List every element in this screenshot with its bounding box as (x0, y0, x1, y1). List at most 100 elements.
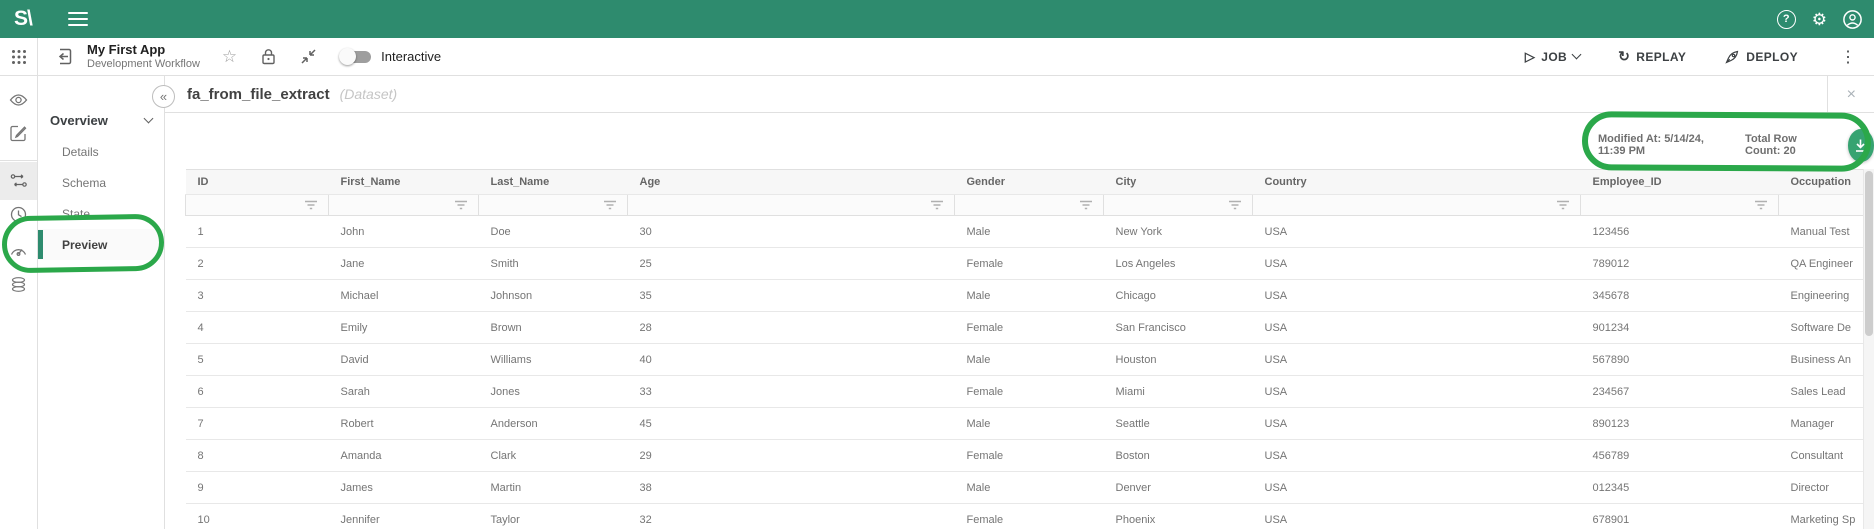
more-options-icon[interactable]: ⋮ (1836, 47, 1860, 67)
filter-icon[interactable] (603, 199, 617, 211)
filter-icon[interactable] (1556, 199, 1570, 211)
table-cell: 40 (628, 344, 955, 376)
table-cell: 30 (628, 216, 955, 248)
nav-item-state[interactable]: State (38, 198, 164, 229)
table-cell: Engineering (1779, 280, 1874, 312)
table-cell: Denver (1104, 472, 1253, 504)
column-header-gender[interactable]: Gender (955, 170, 1104, 195)
help-icon[interactable]: ? (1777, 10, 1796, 29)
account-icon[interactable] (1843, 10, 1862, 29)
menu-icon[interactable] (68, 12, 88, 26)
column-header-age[interactable]: Age (628, 170, 955, 195)
table-header-row: IDFirst_NameLast_NameAgeGenderCityCountr… (186, 170, 1874, 195)
filter-cell[interactable] (628, 195, 955, 216)
settings-gear-icon[interactable]: ⚙ (1812, 11, 1827, 28)
favorite-star-icon[interactable]: ☆ (222, 47, 237, 67)
table-cell: Consultant (1779, 440, 1874, 472)
monitor-eye-icon[interactable] (0, 85, 37, 115)
column-header-first_name[interactable]: First_Name (329, 170, 479, 195)
table-row[interactable]: 6SarahJones33FemaleMiamiUSA234567Sales L… (186, 376, 1874, 408)
table-cell: 012345 (1581, 472, 1779, 504)
table-row[interactable]: 3MichaelJohnson35MaleChicagoUSA345678Eng… (186, 280, 1874, 312)
column-header-city[interactable]: City (1104, 170, 1253, 195)
download-button[interactable] (1848, 129, 1874, 162)
table-row[interactable]: 10JenniferTaylor32FemalePhoenixUSA678901… (186, 504, 1874, 529)
history-clock-icon[interactable] (0, 199, 37, 229)
table-cell: 38 (628, 472, 955, 504)
filter-cell[interactable] (1581, 195, 1779, 216)
replay-button[interactable]: ↻ REPLAY (1618, 48, 1686, 65)
filter-icon[interactable] (1228, 199, 1242, 211)
lineage-stack-icon[interactable] (0, 269, 37, 299)
table-row[interactable]: 9JamesMartin38MaleDenverUSA012345Directo… (186, 472, 1874, 504)
filter-icon[interactable] (1754, 199, 1768, 211)
exit-workflow-icon[interactable] (54, 47, 73, 66)
table-cell: Robert (329, 408, 479, 440)
table-row[interactable]: 1JohnDoe30MaleNew YorkUSA123456Manual Te… (186, 216, 1874, 248)
panel-collapse-button[interactable]: « (152, 85, 175, 108)
table-cell: Manager (1779, 408, 1874, 440)
vertical-scrollbar[interactable] (1863, 169, 1874, 529)
filter-icon[interactable] (930, 199, 944, 211)
table-cell: Amanda (329, 440, 479, 472)
table-cell: Business An (1779, 344, 1874, 376)
filter-cell[interactable] (1253, 195, 1581, 216)
preview-gauge-icon[interactable] (0, 234, 37, 264)
filter-icon[interactable] (304, 199, 318, 211)
deploy-button[interactable]: DEPLOY (1724, 49, 1798, 65)
filter-icon[interactable] (1079, 199, 1093, 211)
table-cell: Female (955, 440, 1104, 472)
filter-cell[interactable] (1779, 195, 1874, 216)
edit-icon[interactable] (0, 118, 37, 148)
table-cell: 6 (186, 376, 329, 408)
table-cell: 33 (628, 376, 955, 408)
filter-icon[interactable] (454, 199, 468, 211)
nav-section-overview[interactable]: Overview (38, 104, 164, 136)
table-row[interactable]: 4EmilyBrown28FemaleSan FranciscoUSA90123… (186, 312, 1874, 344)
job-button[interactable]: ▷ JOB (1525, 49, 1580, 65)
table-cell: Martin (479, 472, 628, 504)
table-cell: Boston (1104, 440, 1253, 472)
table-row[interactable]: 2JaneSmith25FemaleLos AngelesUSA789012QA… (186, 248, 1874, 280)
column-header-last_name[interactable]: Last_Name (479, 170, 628, 195)
table-row[interactable]: 7RobertAnderson45MaleSeattleUSA890123Man… (186, 408, 1874, 440)
column-header-country[interactable]: Country (1253, 170, 1581, 195)
close-icon[interactable]: × (1843, 84, 1860, 106)
interactive-toggle[interactable] (341, 51, 371, 63)
table-cell: 25 (628, 248, 955, 280)
column-header-employee_id[interactable]: Employee_ID (1581, 170, 1779, 195)
table-cell: Male (955, 344, 1104, 376)
table-cell: Manual Test (1779, 216, 1874, 248)
table-cell: 10 (186, 504, 329, 529)
filter-cell[interactable] (329, 195, 479, 216)
filter-cell[interactable] (186, 195, 329, 216)
table-row[interactable]: 5DavidWilliams40MaleHoustonUSA567890Busi… (186, 344, 1874, 376)
replay-icon: ↻ (1618, 48, 1630, 65)
pipeline-icon[interactable] (0, 166, 37, 196)
app-title[interactable]: My First App (87, 43, 200, 58)
filter-cell[interactable] (955, 195, 1104, 216)
table-cell: 4 (186, 312, 329, 344)
table-cell: Female (955, 504, 1104, 529)
nav-item-preview[interactable]: Preview (38, 229, 164, 260)
table-cell: 901234 (1581, 312, 1779, 344)
table-row[interactable]: 8AmandaClark29FemaleBostonUSA456789Consu… (186, 440, 1874, 472)
filter-cell[interactable] (1104, 195, 1253, 216)
column-header-id[interactable]: ID (186, 170, 329, 195)
table-cell: 234567 (1581, 376, 1779, 408)
collapse-view-icon[interactable] (300, 48, 317, 65)
nav-item-details[interactable]: Details (38, 136, 164, 167)
preview-table: IDFirst_NameLast_NameAgeGenderCityCountr… (185, 169, 1874, 529)
dataset-title: fa_from_file_extract (187, 86, 330, 103)
lock-icon[interactable] (261, 48, 276, 65)
dataset-titlebar: « fa_from_file_extract (Dataset) × (165, 76, 1874, 113)
column-header-occupation[interactable]: Occupation (1779, 170, 1874, 195)
scrollbar-thumb[interactable] (1865, 171, 1873, 336)
filter-cell[interactable] (479, 195, 628, 216)
nav-item-schema[interactable]: Schema (38, 167, 164, 198)
chevron-down-icon (1572, 50, 1582, 60)
table-cell: Phoenix (1104, 504, 1253, 529)
table-cell: 345678 (1581, 280, 1779, 312)
table-cell: Los Angeles (1104, 248, 1253, 280)
apps-grid-icon[interactable] (11, 49, 27, 65)
